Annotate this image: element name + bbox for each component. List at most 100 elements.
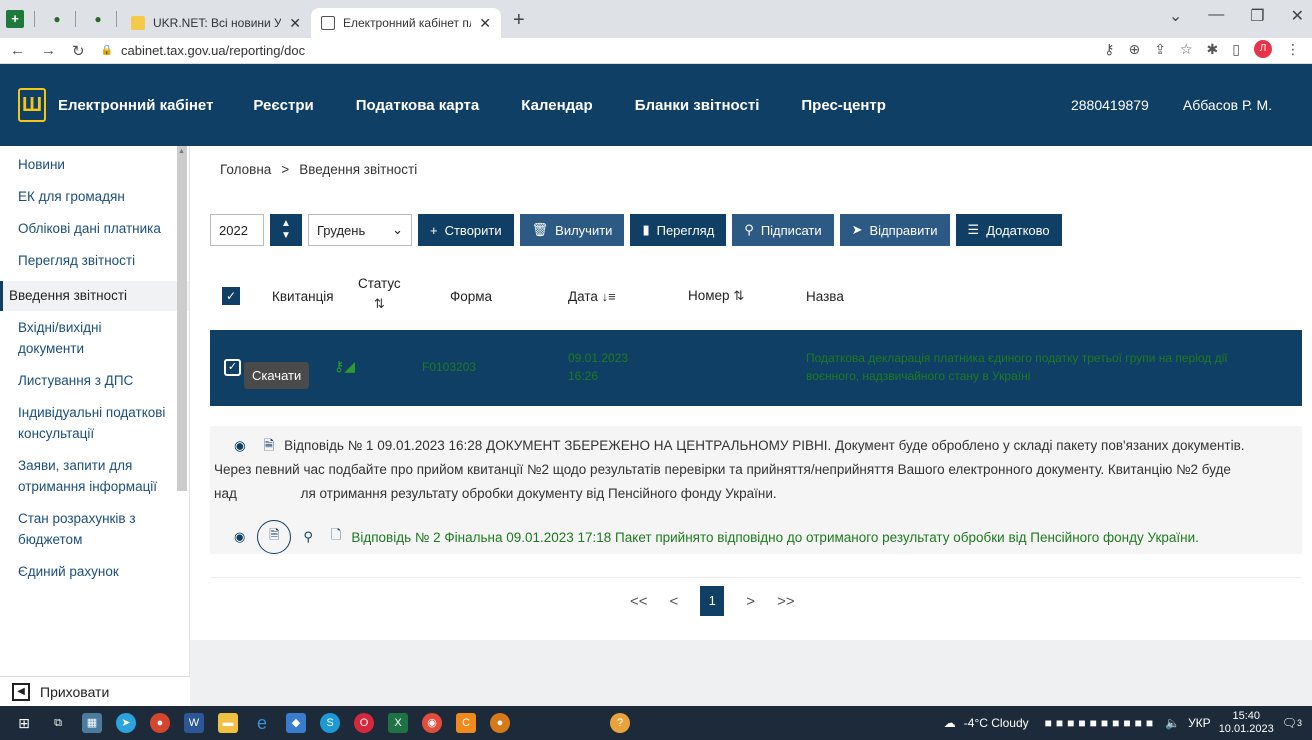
- telegram-icon[interactable]: ➤: [116, 713, 136, 733]
- menu-item-calendar[interactable]: Календар: [521, 97, 592, 114]
- key-icon[interactable]: ⚷: [1104, 41, 1114, 58]
- new-tab-icon[interactable]: +: [513, 9, 525, 32]
- pinned-tab-icon[interactable]: ●: [43, 5, 71, 33]
- notification-icon[interactable]: 🗨: [1282, 716, 1297, 730]
- response-1-line3-rest: ля отримання результату обробки документ…: [300, 486, 777, 501]
- more-button[interactable]: ☰ Додатково: [955, 214, 1062, 246]
- select-all-checkbox[interactable]: ✓: [222, 287, 240, 305]
- close-window-icon[interactable]: ✕: [1291, 6, 1304, 26]
- bookmark-star-icon[interactable]: ☆: [1180, 41, 1193, 58]
- minimize-icon[interactable]: —: [1208, 6, 1224, 26]
- header-date[interactable]: Дата ↓≡: [568, 289, 616, 304]
- header-status[interactable]: Статус ⇅: [358, 274, 401, 314]
- forward-icon[interactable]: →: [41, 42, 56, 59]
- calculator-icon[interactable]: ▦: [82, 713, 102, 733]
- chevron-up-icon[interactable]: ▲: [281, 218, 291, 230]
- scroll-up-icon[interactable]: ▲: [178, 148, 185, 155]
- windows-start-icon[interactable]: ⊞: [14, 713, 34, 733]
- skype-icon[interactable]: S: [320, 713, 340, 733]
- sign-button[interactable]: ⚲ Підписати: [732, 214, 834, 246]
- pdf-icon[interactable]: 🗎: [264, 434, 275, 458]
- help-icon[interactable]: ?: [610, 713, 630, 733]
- last-page-icon[interactable]: >>: [777, 593, 795, 610]
- opera-icon[interactable]: O: [354, 713, 374, 733]
- prev-page-icon[interactable]: <: [670, 593, 679, 610]
- view-button[interactable]: ▮ Перегляд: [630, 214, 727, 246]
- sidebar-item-citizens[interactable]: ЕК для громадян: [0, 186, 189, 207]
- breadcrumb-home[interactable]: Головна: [220, 162, 271, 177]
- maximize-icon[interactable]: ❐: [1250, 6, 1264, 26]
- table-row[interactable]: ✓ ⌄ 2 ⚷◢ F0103203 09.01.2023 16:26 Подат…: [210, 330, 1302, 406]
- delete-button[interactable]: 🗑 Вилучити: [519, 214, 625, 246]
- first-page-icon[interactable]: <<: [630, 593, 648, 610]
- brand[interactable]: Ш Електронний кабінет: [18, 88, 213, 122]
- chrome-icon[interactable]: ◉: [422, 713, 442, 733]
- eye-icon[interactable]: ◉: [234, 434, 246, 458]
- trident-logo-icon: Ш: [18, 88, 46, 122]
- word-icon[interactable]: W: [184, 713, 204, 733]
- profile-avatar[interactable]: Л: [1254, 40, 1272, 58]
- sidebar-item-news[interactable]: Новини: [0, 154, 189, 175]
- app-icon[interactable]: C: [456, 713, 476, 733]
- sidebar-item-documents[interactable]: Вхідні/вихідні документи: [0, 317, 189, 359]
- sidebar-item-requests[interactable]: Заяви, запити для отримання інформації: [0, 455, 189, 497]
- eye-icon[interactable]: ◉: [234, 529, 245, 545]
- sidepanel-icon[interactable]: ▯: [1232, 41, 1240, 58]
- sidebar-item-account-data[interactable]: Облікові дані платника: [0, 218, 189, 239]
- month-select[interactable]: Грудень ⌄: [308, 214, 412, 246]
- clock[interactable]: 15:40 10.01.2023: [1219, 710, 1274, 736]
- url-text: cabinet.tax.gov.ua/reporting/doc: [121, 43, 306, 58]
- menu-kebab-icon[interactable]: ⋮: [1286, 41, 1300, 58]
- year-stepper[interactable]: ▲ ▼: [270, 214, 302, 246]
- hide-sidebar-button[interactable]: ◀ Приховати: [0, 676, 190, 706]
- volume-icon[interactable]: 🔈: [1165, 716, 1180, 730]
- delete-label: Вилучити: [555, 222, 613, 238]
- create-button[interactable]: + Створити: [418, 214, 514, 246]
- back-icon[interactable]: ←: [10, 42, 25, 59]
- close-tab-icon[interactable]: ✕: [479, 15, 491, 32]
- sidebar-item-enter-reports[interactable]: Введення звітності: [0, 281, 189, 311]
- browser-tab-ukrnet[interactable]: UKR.NET: Всі новини України, о ✕: [121, 8, 311, 38]
- sidebar-item-consultations[interactable]: Індивідуальні податкові консультації: [0, 402, 189, 444]
- sidebar-item-view-reports[interactable]: Перегляд звітності: [0, 250, 189, 271]
- document-icon[interactable]: 🗋: [331, 526, 341, 548]
- pinned-tab-icon[interactable]: +: [6, 10, 24, 28]
- pinned-tab-icon[interactable]: ●: [84, 5, 112, 33]
- file-explorer-icon[interactable]: ▬: [218, 713, 238, 733]
- menu-item-tax-map[interactable]: Податкова карта: [356, 97, 479, 114]
- current-page[interactable]: 1: [700, 586, 725, 616]
- language-indicator[interactable]: УКР: [1188, 716, 1211, 730]
- header-number[interactable]: Номер ⇅: [688, 288, 744, 304]
- search-icon[interactable]: ⚲: [303, 529, 313, 545]
- task-view-icon[interactable]: ⧉: [48, 713, 68, 733]
- chevron-down-icon[interactable]: ▼: [281, 230, 291, 242]
- app-icon[interactable]: ◆: [286, 713, 306, 733]
- weather-text[interactable]: -4°C Cloudy: [964, 716, 1029, 730]
- year-input[interactable]: 2022: [210, 214, 264, 246]
- sidebar-item-single-account[interactable]: Єдиний рахунок: [0, 561, 189, 582]
- user-name[interactable]: Аббасов Р. М.: [1183, 97, 1272, 113]
- excel-icon[interactable]: X: [388, 713, 408, 733]
- menu-item-registries[interactable]: Реєстри: [253, 97, 313, 114]
- edge-legacy-icon[interactable]: e: [252, 713, 272, 733]
- app-icon[interactable]: ●: [150, 713, 170, 733]
- send-button[interactable]: ➤ Відправити: [839, 214, 950, 246]
- share-icon[interactable]: ⇪: [1154, 41, 1166, 58]
- menu-item-report-forms[interactable]: Бланки звітності: [635, 97, 760, 114]
- app-icon[interactable]: ●: [490, 713, 510, 733]
- row-checkbox[interactable]: ✓: [224, 359, 241, 376]
- next-page-icon[interactable]: >: [746, 593, 755, 610]
- url-field[interactable]: 🔒 cabinet.tax.gov.ua/reporting/doc: [101, 43, 306, 58]
- tray-app-icons[interactable]: ■■■■■■■■■■: [1045, 716, 1157, 730]
- menu-item-press-center[interactable]: Прес-центр: [801, 97, 886, 114]
- reload-icon[interactable]: ↻: [72, 42, 85, 60]
- close-tab-icon[interactable]: ✕: [289, 15, 301, 32]
- sidebar-item-budget-status[interactable]: Стан розрахунків з бюджетом: [0, 508, 189, 550]
- sidebar-item-correspondence[interactable]: Листування з ДПС: [0, 370, 189, 391]
- download-pdf-button[interactable]: 🗎: [257, 520, 292, 554]
- sidebar-scrollbar[interactable]: [177, 146, 187, 491]
- zoom-icon[interactable]: ⊕: [1129, 41, 1141, 58]
- browser-tab-cabinet[interactable]: Електронний кабінет платника ✕: [311, 8, 501, 38]
- extensions-icon[interactable]: ✱: [1207, 41, 1219, 58]
- tab-search-icon[interactable]: ⌄: [1169, 6, 1182, 26]
